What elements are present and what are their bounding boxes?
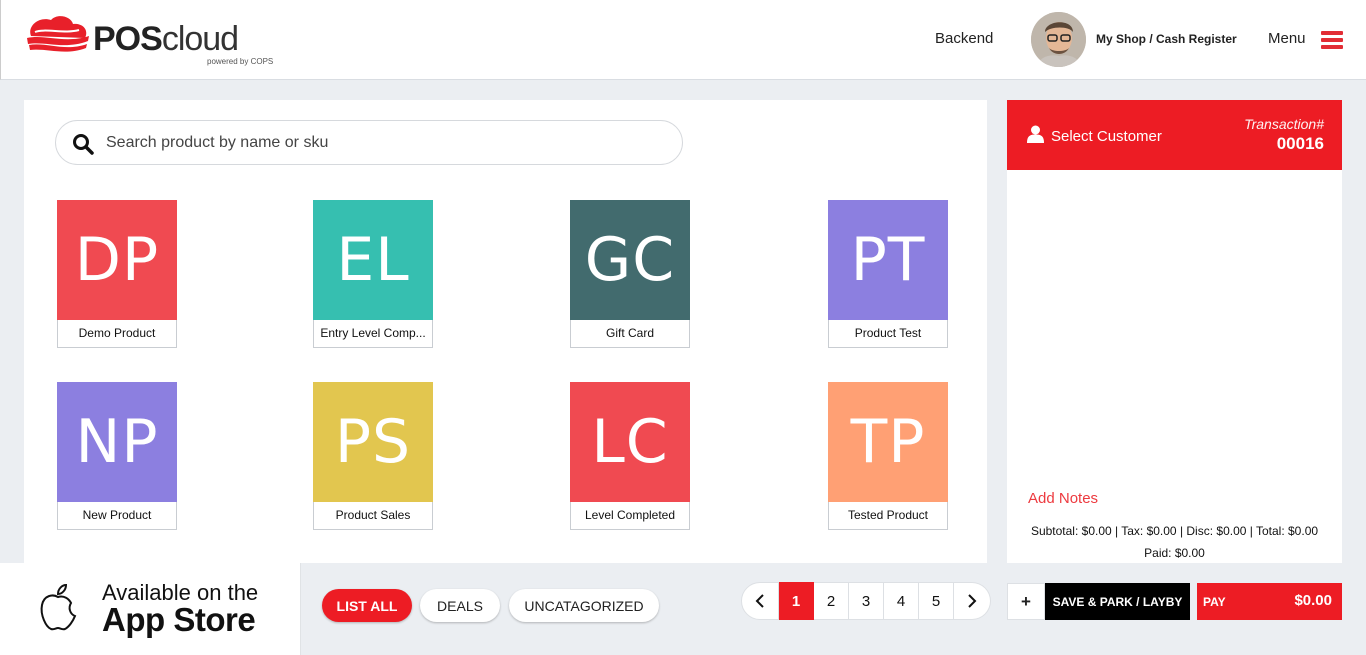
search-icon xyxy=(73,134,94,155)
page-3-button[interactable]: 3 xyxy=(849,582,884,620)
apple-logo-icon xyxy=(40,583,77,631)
add-notes-link[interactable]: Add Notes xyxy=(1028,490,1098,507)
pay-label: PAY xyxy=(1203,595,1226,609)
product-initials: PS xyxy=(313,382,433,502)
user-icon[interactable] xyxy=(1027,125,1044,143)
chevron-right-icon xyxy=(968,594,977,608)
product-tile-level-completed[interactable]: LC Level Completed xyxy=(570,382,690,530)
transaction-label: Transaction# xyxy=(1244,116,1324,132)
product-initials: LC xyxy=(570,382,690,502)
product-name: Tested Product xyxy=(828,502,948,530)
product-name: Level Completed xyxy=(570,502,690,530)
logo-tagline: powered by COPS xyxy=(207,57,274,66)
cart-panel: Select Customer Transaction# 00016 Add N… xyxy=(1007,100,1342,563)
product-initials: DP xyxy=(57,200,177,320)
product-name: Entry Level Comp... xyxy=(313,320,433,348)
select-customer-button[interactable]: Select Customer xyxy=(1051,128,1162,145)
totals-line: Subtotal: $0.00 | Tax: $0.00 | Disc: $0.… xyxy=(1030,524,1319,538)
app-store-badge[interactable]: Available on the App Store xyxy=(0,563,301,655)
product-initials: TP xyxy=(828,382,948,502)
filter-uncategorized-button[interactable]: UNCATAGORIZED xyxy=(509,589,659,622)
cart-totals: Subtotal: $0.00 | Tax: $0.00 | Disc: $0.… xyxy=(1007,520,1342,564)
logo-wordmark: POScloud xyxy=(93,20,239,58)
filter-list-all-button[interactable]: LIST ALL xyxy=(322,589,412,622)
product-tile-product-sales[interactable]: PS Product Sales xyxy=(313,382,433,530)
product-name: Gift Card xyxy=(570,320,690,348)
cloud-logo-icon xyxy=(27,16,89,52)
product-tile-new-product[interactable]: NP New Product xyxy=(57,382,177,530)
save-park-layby-button[interactable]: SAVE & PARK / LAYBY xyxy=(1045,583,1190,620)
poscloud-logo[interactable]: POScloud powered by COPS xyxy=(25,14,275,68)
filter-deals-button[interactable]: DEALS xyxy=(420,589,500,622)
add-item-button[interactable]: + xyxy=(1007,583,1045,620)
product-tile-entry-level[interactable]: EL Entry Level Comp... xyxy=(313,200,433,348)
menu-label[interactable]: Menu xyxy=(1268,30,1306,47)
search-input[interactable] xyxy=(106,131,666,155)
pay-amount: $0.00 xyxy=(1294,592,1332,609)
product-panel: DP Demo Product EL Entry Level Comp... G… xyxy=(24,100,987,563)
product-initials: GC xyxy=(570,200,690,320)
product-name: Product Test xyxy=(828,320,948,348)
product-initials: NP xyxy=(57,382,177,502)
user-photo-icon xyxy=(1031,12,1086,67)
paid-line: Paid: $0.00 xyxy=(1144,546,1205,560)
chevron-left-icon xyxy=(755,594,764,608)
product-search xyxy=(55,120,683,165)
page-5-button[interactable]: 5 xyxy=(919,582,954,620)
app-store-line2: App Store xyxy=(102,601,256,638)
page-2-button[interactable]: 2 xyxy=(814,582,849,620)
transaction-number: 00016 xyxy=(1276,134,1324,153)
product-tile-gift-card[interactable]: GC Gift Card xyxy=(570,200,690,348)
page-4-button[interactable]: 4 xyxy=(884,582,919,620)
product-name: Demo Product xyxy=(57,320,177,348)
next-page-button[interactable] xyxy=(954,582,991,620)
pay-button[interactable]: PAY $0.00 xyxy=(1197,583,1342,620)
prev-page-button[interactable] xyxy=(741,582,779,620)
cart-header: Select Customer Transaction# 00016 xyxy=(1007,100,1342,170)
product-tile-demo-product[interactable]: DP Demo Product xyxy=(57,200,177,348)
user-avatar[interactable] xyxy=(1031,12,1086,67)
product-name: New Product xyxy=(57,502,177,530)
product-tile-tested-product[interactable]: TP Tested Product xyxy=(828,382,948,530)
backend-link[interactable]: Backend xyxy=(935,30,993,47)
page-1-button[interactable]: 1 xyxy=(779,582,814,620)
product-initials: EL xyxy=(313,200,433,320)
app-header: POScloud powered by COPS Backend My Shop… xyxy=(0,0,1366,80)
hamburger-menu-icon[interactable] xyxy=(1321,31,1343,49)
pagination: 1 2 3 4 5 xyxy=(741,582,991,620)
shop-register-label[interactable]: My Shop / Cash Register xyxy=(1096,32,1237,46)
product-name: Product Sales xyxy=(313,502,433,530)
product-initials: PT xyxy=(828,200,948,320)
product-tile-product-test[interactable]: PT Product Test xyxy=(828,200,948,348)
